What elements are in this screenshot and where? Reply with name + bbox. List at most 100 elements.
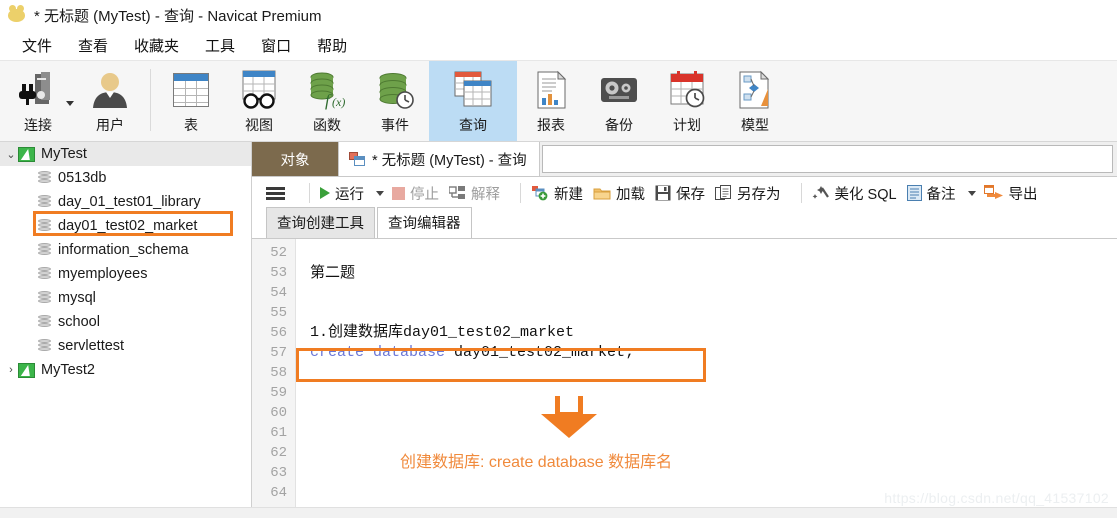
chevron-right-icon[interactable]: › [4,364,18,376]
tree-database-day01-test02-market[interactable]: day01_test02_market [0,214,251,238]
query-tab-icon [349,152,366,166]
event-icon [373,67,417,113]
sub-tab-query-builder[interactable]: 查询创建工具 [266,207,375,238]
query-toolbar: 运行 停止 解释 新建 加载 保存 另存为 美化 SQL 备注 导出 [252,177,1117,210]
hamburger-menu-icon [266,186,285,200]
menu-bar: 文件 查看 收藏夹 工具 窗口 帮助 [0,30,1117,60]
save-as-label: 另存为 [737,186,781,203]
beautify-sql-button[interactable]: 美化 SQL [812,183,897,204]
code-line-56: 1.创建数据库day01_test02_market [310,324,575,341]
chevron-down-icon[interactable]: ⌄ [4,148,18,161]
new-button[interactable]: 新建 [531,183,583,204]
ribbon-button-function[interactable]: f (x) 函数 [293,61,361,141]
chevron-down-icon[interactable] [967,190,976,196]
load-icon [593,186,611,201]
line-number: 58 [270,365,287,381]
bottom-strip [0,507,1117,518]
code-line-53: 第二题 [310,264,356,281]
schedule-icon [666,67,708,113]
ribbon-button-user[interactable]: 用户 [76,61,144,141]
line-number: 59 [270,385,287,401]
ribbon-button-view[interactable]: 视图 [225,61,293,141]
tree-database-day-01-test01-library[interactable]: day_01_test01_library [0,190,251,214]
save-button[interactable]: 保存 [655,183,705,204]
content-panel: 对象 * 无标题 (MyTest) - 查询 运行 停止 解释 新建 加载 保存… [252,142,1117,518]
line-number: 60 [270,405,287,421]
model-icon [735,67,775,113]
menu-view[interactable]: 查看 [66,33,122,58]
connection-tree-sidebar: ⌄ MyTest 0513db day_01_test01_library da… [0,142,252,518]
ribbon-button-connection[interactable]: 连接 [0,61,76,141]
toolbar-separator-3 [800,183,802,203]
line-number-gutter: 52 53 54 55 56 57 58 59 60 61 62 63 64 [252,239,296,508]
tree-database-servlettest[interactable]: servlettest [0,334,251,358]
line-number: 54 [270,285,287,301]
menu-window[interactable]: 窗口 [249,33,305,58]
tree-database-information-schema[interactable]: information_schema [0,238,251,262]
table-icon [173,67,209,113]
ribbon-button-query[interactable]: 查询 [429,61,517,141]
tree-database-0513db[interactable]: 0513db [0,166,251,190]
line-number: 62 [270,445,287,461]
export-icon [983,185,1004,201]
line-number: 55 [270,305,287,321]
ribbon-label-schedule: 计划 [673,117,701,133]
line-number: 53 [270,265,287,281]
explain-button[interactable]: 解释 [449,183,500,204]
save-label: 保存 [676,186,705,203]
beautify-label: 美化 SQL [834,186,897,203]
tree-connection-mytest[interactable]: ⌄ MyTest [0,142,251,166]
ribbon-button-event[interactable]: 事件 [361,61,429,141]
tree-connection-mytest2[interactable]: › MyTest2 [0,358,251,382]
note-button[interactable]: 备注 [906,183,956,204]
sql-editor[interactable]: 52 53 54 55 56 57 58 59 60 61 62 63 64 第… [252,239,1117,508]
tree-database-label: mysql [58,290,96,306]
annotation-note-text: 创建数据库: create database 数据库名 [400,454,673,471]
export-button[interactable]: 导出 [983,183,1038,204]
tab-object[interactable]: 对象 [252,142,338,176]
report-icon [531,67,571,113]
tree-database-school[interactable]: school [0,310,251,334]
ribbon-separator-1 [150,69,151,131]
tree-database-label: day_01_test01_library [58,194,201,210]
tree-database-mysql[interactable]: mysql [0,286,251,310]
ribbon-button-schedule[interactable]: 计划 [653,61,721,141]
tree-database-myemployees[interactable]: myemployees [0,262,251,286]
play-icon [320,187,330,199]
database-icon [38,290,51,306]
database-icon [38,266,51,282]
sub-tab-query-editor[interactable]: 查询编辑器 [377,207,472,238]
save-as-button[interactable]: 另存为 [715,183,781,204]
explain-label: 解释 [471,186,500,203]
database-icon [38,170,51,186]
chevron-down-icon[interactable] [66,101,74,106]
ribbon-label-user: 用户 [96,117,124,133]
tab-query[interactable]: * 无标题 (MyTest) - 查询 [338,142,540,176]
tab-strip: 对象 * 无标题 (MyTest) - 查询 [252,142,1117,177]
chevron-down-icon[interactable] [376,190,384,196]
ribbon-button-backup[interactable]: 备份 [585,61,653,141]
tree-database-label: day01_test02_market [58,218,198,234]
stop-label: 停止 [410,186,439,203]
navicat-connection-icon [18,362,35,378]
ribbon-toolbar: 连接 用户 表 视图 f (x) 函数 事件 查询 报表 备份 计划 模型 [0,60,1117,142]
stop-button[interactable]: 停止 [392,183,439,204]
load-button[interactable]: 加载 [593,183,645,204]
menu-file[interactable]: 文件 [10,33,66,58]
menu-favorites[interactable]: 收藏夹 [122,33,193,58]
tab-strip-filler [539,142,1117,176]
note-label: 备注 [926,186,956,203]
line-number: 52 [270,245,287,261]
ribbon-button-report[interactable]: 报表 [517,61,585,141]
export-label: 导出 [1008,186,1038,203]
navicat-window: * 无标题 (MyTest) - 查询 - Navicat Premium 文件… [0,0,1117,518]
menu-help[interactable]: 帮助 [305,33,361,58]
ribbon-button-table[interactable]: 表 [157,61,225,141]
run-button[interactable]: 运行 [320,183,364,204]
query-menu-button[interactable] [266,186,289,200]
tree-database-label: school [58,314,100,330]
ribbon-button-model[interactable]: 模型 [721,61,789,141]
menu-tools[interactable]: 工具 [193,33,249,58]
